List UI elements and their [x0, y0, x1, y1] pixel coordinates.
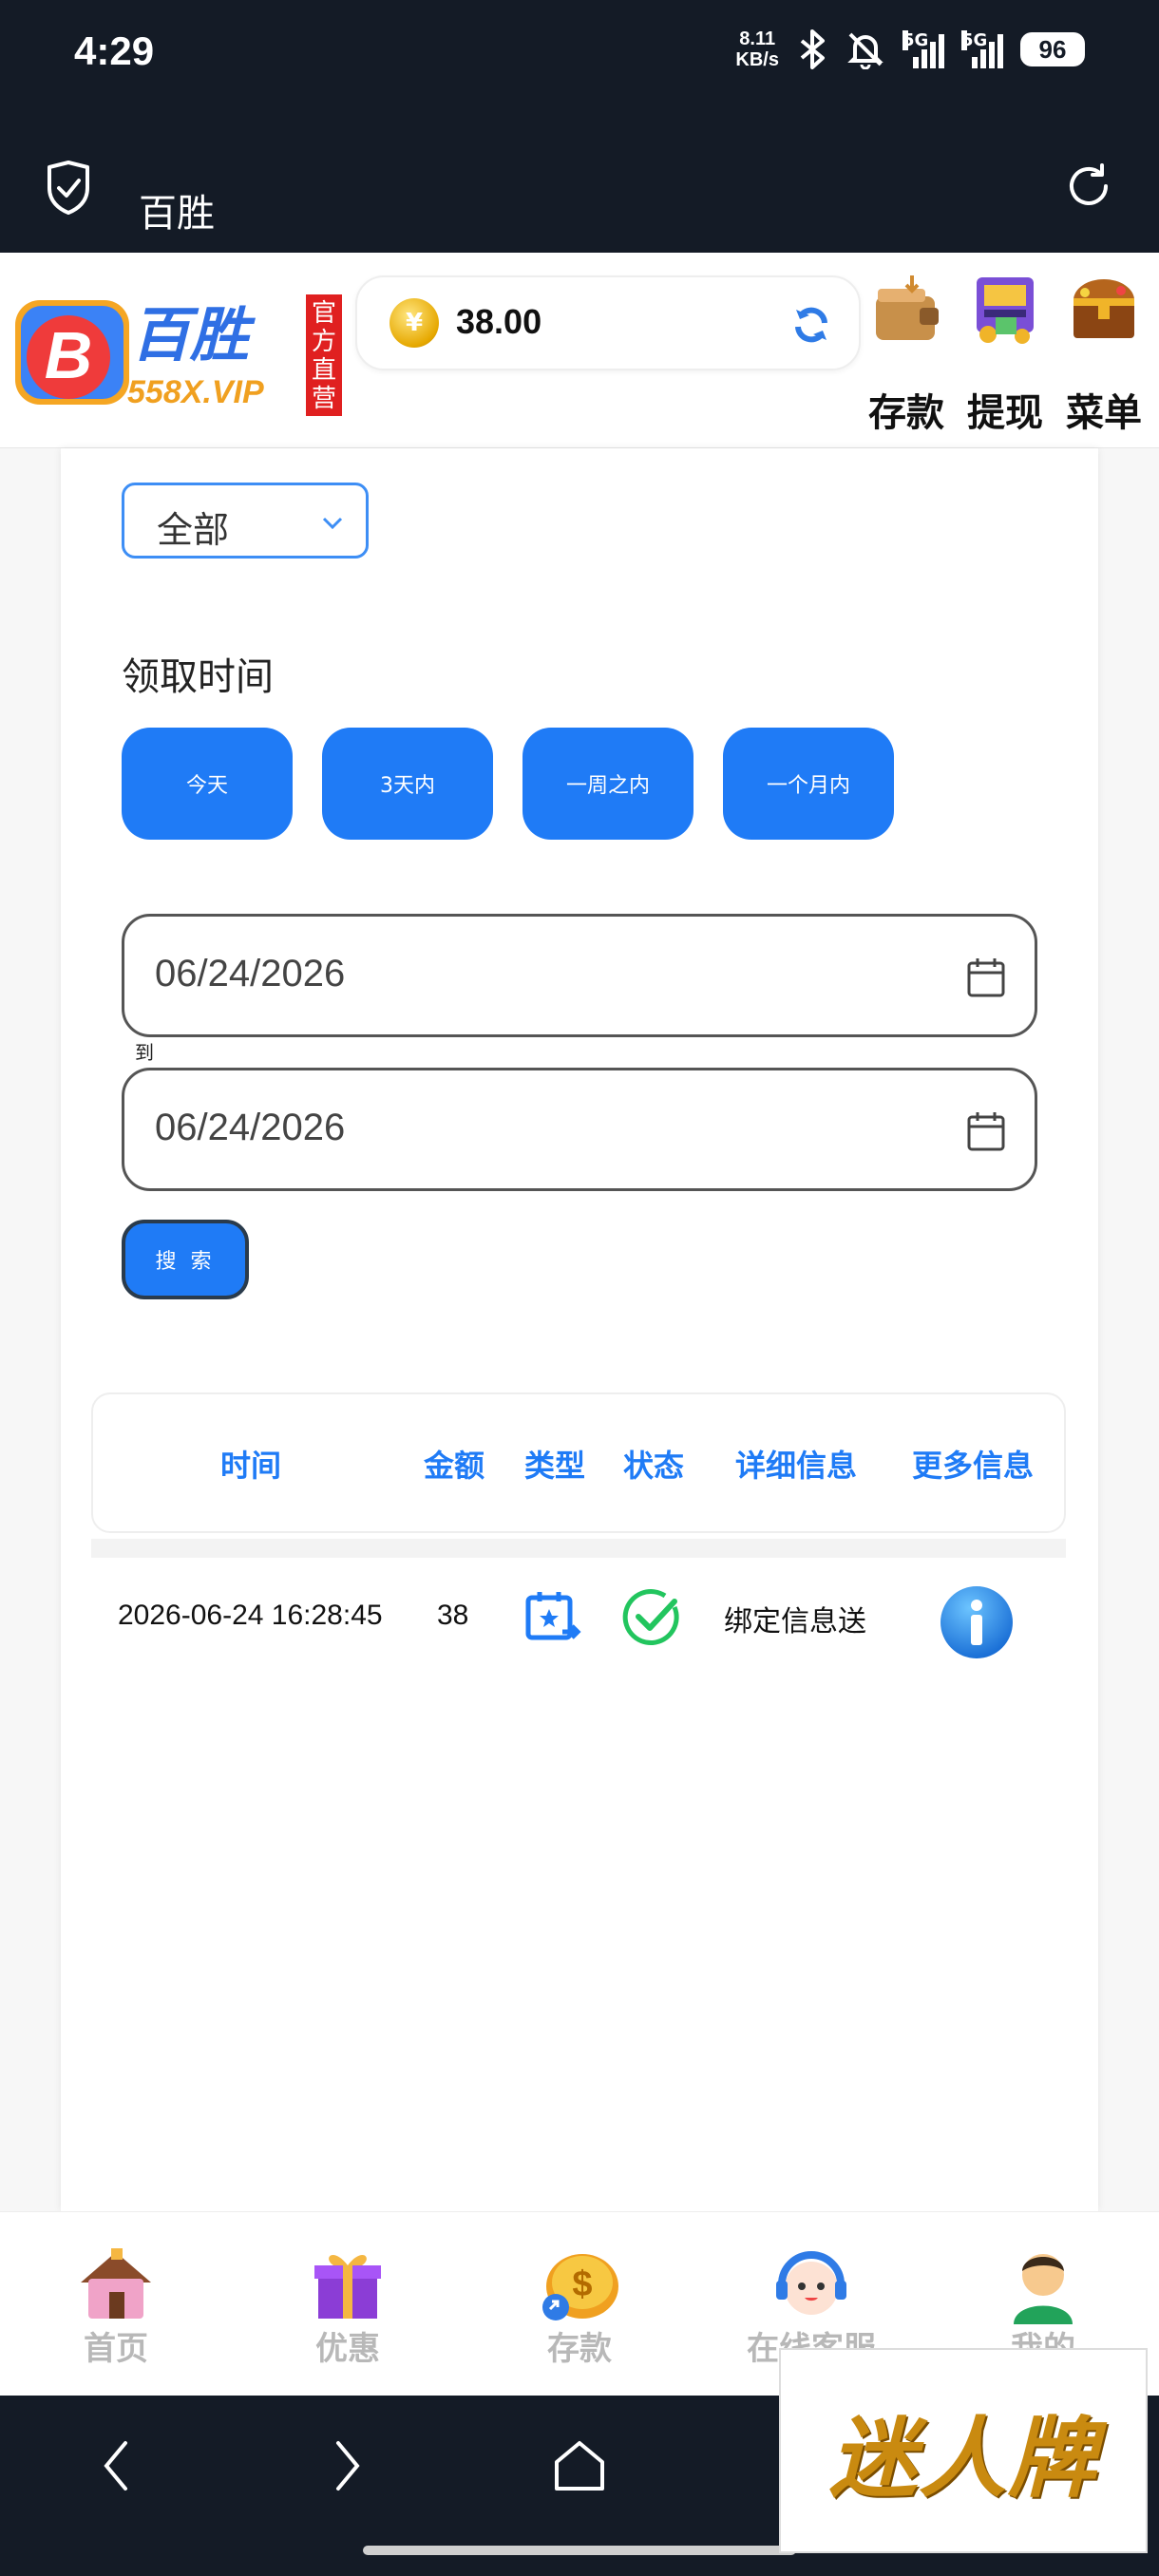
- refresh-balance-icon[interactable]: [790, 304, 832, 346]
- watermark-text: 迷人牌: [828, 2406, 1097, 2510]
- col-detail: 详细信息: [735, 1448, 858, 1484]
- range-today-button[interactable]: 今天: [122, 728, 293, 840]
- end-date-value: 06/24/2026: [155, 1107, 346, 1148]
- network-type-2: 5G: [961, 30, 988, 50]
- status-bar: 4:29 8.11 KB/s 5G 5G 96: [0, 0, 1159, 146]
- balance-display: ¥ 38.00: [355, 275, 861, 370]
- deposit-action[interactable]: 存款: [859, 272, 954, 452]
- app-header: B 百胜 558X.VIP 官 方 直 营 ¥ 38.00 存款 提现 菜单: [0, 253, 1159, 448]
- deposit-label: 存款: [868, 391, 944, 435]
- time-filter-label: 领取时间: [122, 655, 274, 699]
- svg-text:$: $: [572, 2264, 592, 2304]
- back-icon[interactable]: [97, 2437, 135, 2494]
- table-header: 时间 金额 类型 状态 详细信息 更多信息: [91, 1392, 1066, 1533]
- browser-toolbar: 百胜: [0, 146, 1159, 253]
- row-time: 2026-06-24 16:28:45: [118, 1600, 383, 1631]
- table-divider: [91, 1539, 1066, 1558]
- browser-title: 百胜: [139, 192, 215, 236]
- svg-text:营: 营: [312, 385, 336, 413]
- col-status: 状态: [623, 1448, 685, 1484]
- col-type: 类型: [524, 1448, 586, 1484]
- chevron-down-icon: [322, 517, 343, 530]
- calendar-star-icon: [525, 1592, 581, 1640]
- start-date-value: 06/24/2026: [155, 953, 346, 994]
- calendar-icon[interactable]: [966, 957, 1006, 998]
- coin-dollar-icon: $: [542, 2254, 618, 2320]
- forward-icon[interactable]: [329, 2437, 367, 2494]
- menu-label: 菜单: [1066, 391, 1142, 435]
- calendar-icon[interactable]: [966, 1110, 1006, 1152]
- end-date-input[interactable]: 06/24/2026: [122, 1068, 1037, 1191]
- balance-value: 38.00: [456, 302, 542, 341]
- row-amount: 38: [437, 1600, 469, 1631]
- svg-text:方: 方: [312, 328, 336, 356]
- range-month-button[interactable]: 一个月内: [723, 728, 894, 840]
- signal-2-icon: 5G: [961, 30, 1003, 68]
- info-icon[interactable]: [939, 1584, 1015, 1660]
- treasure-chest-icon: [1074, 279, 1134, 338]
- range-3days-button[interactable]: 3天内: [322, 728, 493, 840]
- type-select[interactable]: 全部: [122, 483, 369, 559]
- col-time: 时间: [220, 1448, 282, 1484]
- svg-text:直: 直: [312, 356, 336, 385]
- success-check-icon: [622, 1589, 679, 1645]
- home-indicator[interactable]: [363, 2546, 796, 2555]
- search-button[interactable]: 搜 索: [122, 1220, 249, 1299]
- net-speed-value: 8.11: [739, 28, 776, 49]
- reload-icon[interactable]: [1062, 160, 1115, 213]
- withdraw-label: 提现: [967, 391, 1043, 435]
- menu-action[interactable]: 菜单: [1056, 272, 1151, 452]
- user-avatar-icon: [1014, 2254, 1073, 2324]
- watermark: 迷人牌: [779, 2348, 1148, 2553]
- net-speed-unit: KB/s: [735, 49, 779, 70]
- network-type: 5G: [902, 30, 929, 50]
- coin-icon: ¥: [390, 298, 439, 348]
- status-icons: 8.11 KB/s 5G 5G 96: [735, 28, 1085, 70]
- svg-text:B: B: [45, 318, 93, 392]
- content-card: [61, 448, 1098, 2211]
- bluetooth-icon: [800, 29, 825, 69]
- withdraw-action[interactable]: 提现: [958, 272, 1053, 452]
- house-icon: [81, 2248, 151, 2319]
- col-amount: 金额: [424, 1448, 485, 1484]
- net-speed: 8.11 KB/s: [735, 28, 779, 70]
- row-detail: 绑定信息送: [724, 1605, 866, 1638]
- nav-promo[interactable]: 优惠: [262, 2241, 433, 2369]
- start-date-input[interactable]: 06/24/2026: [122, 914, 1037, 1037]
- nav-home-label: 首页: [84, 2330, 148, 2368]
- range-week-button[interactable]: 一周之内: [522, 728, 694, 840]
- shield-check-icon[interactable]: [44, 160, 93, 217]
- status-time: 4:29: [74, 28, 155, 73]
- atm-icon: [977, 277, 1034, 344]
- gift-icon: [314, 2255, 381, 2319]
- home-icon[interactable]: [551, 2437, 608, 2494]
- svg-text:官: 官: [312, 299, 336, 328]
- battery-icon: 96: [1020, 32, 1085, 66]
- bell-muted-icon: [847, 32, 884, 69]
- support-agent-icon: [776, 2251, 846, 2315]
- nav-home[interactable]: 首页: [30, 2241, 201, 2369]
- nav-deposit[interactable]: $ 存款: [494, 2241, 665, 2369]
- date-range-to-label: 到: [135, 1041, 154, 1064]
- logo-title: 百胜: [131, 300, 256, 369]
- signal-1-icon: 5G: [902, 30, 944, 68]
- nav-promo-label: 优惠: [315, 2330, 380, 2368]
- wallet-icon: [876, 275, 939, 340]
- type-select-value: 全部: [157, 509, 230, 551]
- col-more: 更多信息: [912, 1448, 1035, 1484]
- nav-deposit-label: 存款: [547, 2330, 612, 2368]
- logo-domain: 558X.VIP: [127, 374, 264, 410]
- brand-logo[interactable]: B 百胜 558X.VIP 官 方 直 营: [13, 291, 342, 424]
